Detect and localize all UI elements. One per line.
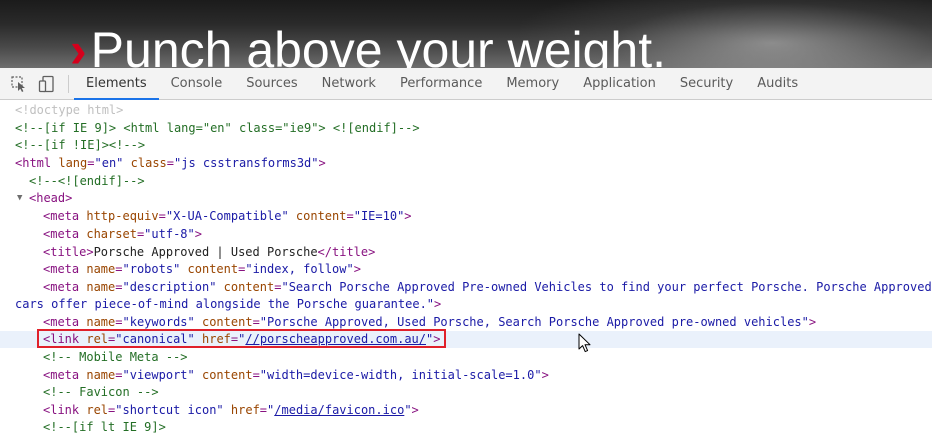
comment-text: <!--[if IE 9]> <html lang="en" class="ie… — [15, 121, 420, 135]
dom-line-meta-description-cont[interactable]: cars offer piece-of-mind alongside the P… — [0, 296, 932, 313]
dom-line-link-favicon[interactable]: <link rel="shortcut icon" href="/media/f… — [0, 402, 932, 419]
tab-performance[interactable]: Performance — [388, 68, 494, 99]
head-tag: <head> — [29, 191, 73, 205]
comment-text: <!--[if lt IE 9]> — [43, 420, 166, 434]
dom-line-title[interactable]: <title>Porsche Approved | Used Porsche</… — [0, 244, 932, 261]
tab-console[interactable]: Console — [159, 68, 235, 99]
page-banner: ›Punch above your weight. — [0, 0, 932, 68]
dom-line-mobile-comment[interactable]: <!-- Mobile Meta --> — [0, 349, 932, 366]
dom-line-head[interactable]: ▼ <head> — [0, 190, 932, 207]
chevron-icon: › — [70, 22, 87, 68]
dom-line-meta-viewport[interactable]: <meta name="viewport" content="width=dev… — [0, 367, 932, 384]
expand-triangle-icon[interactable]: ▼ — [17, 190, 22, 207]
mouse-cursor-icon — [578, 333, 591, 357]
devtools-toolbar: Elements Console Sources Network Perform… — [0, 68, 932, 100]
tab-network[interactable]: Network — [310, 68, 388, 99]
comment-text: <!-- Favicon --> — [43, 385, 159, 399]
inspect-element-icon[interactable] — [10, 75, 28, 93]
dom-line-meta-description[interactable]: <meta name="description" content="Search… — [0, 279, 932, 296]
device-toggle-icon[interactable] — [38, 75, 56, 93]
html-tag-line: <html lang="en" class="js csstransforms3… — [15, 156, 326, 170]
toolbar-divider — [68, 75, 69, 93]
tab-elements[interactable]: Elements — [74, 68, 159, 100]
dom-line-meta-charset[interactable]: <meta charset="utf-8"> — [0, 226, 932, 243]
dom-line-html[interactable]: <html lang="en" class="js csstransforms3… — [0, 155, 932, 172]
screenshot-root: ›Punch above your weight. Elements Conso… — [0, 0, 932, 435]
comment-text: <!--<![endif]--> — [29, 174, 145, 188]
tab-memory[interactable]: Memory — [494, 68, 571, 99]
tab-audits[interactable]: Audits — [745, 68, 810, 99]
dom-line-meta-robots[interactable]: <meta name="robots" content="index, foll… — [0, 261, 932, 278]
comment-text: <!-- Mobile Meta --> — [43, 350, 188, 364]
tab-sources[interactable]: Sources — [234, 68, 309, 99]
banner-headline-text: Punch above your weight. — [90, 22, 667, 68]
dom-line-meta-ua[interactable]: <meta http-equiv="X-UA-Compatible" conte… — [0, 208, 932, 225]
dom-line-endif-comment[interactable]: <!--<![endif]--> — [0, 173, 932, 190]
dom-line-ltie9-comment[interactable]: <!--[if lt IE 9]> — [0, 419, 932, 435]
dom-line-doctype[interactable]: <!doctype html> — [0, 102, 932, 119]
comment-text: <!--[if !IE]><!--> — [15, 138, 146, 152]
tab-application[interactable]: Application — [571, 68, 668, 99]
dom-line-ie9-comment[interactable]: <!--[if IE 9]> <html lang="en" class="ie… — [0, 120, 932, 137]
banner-headline: ›Punch above your weight. — [70, 20, 666, 68]
doctype-text: <!doctype html> — [15, 103, 124, 117]
dom-tree-panel: <!doctype html> <!--[if IE 9]> <html lan… — [0, 101, 932, 435]
favicon-href-link[interactable]: /media/favicon.ico — [274, 403, 404, 417]
devtools-tabs: Elements Console Sources Network Perform… — [74, 68, 810, 100]
dom-line-notie-comment[interactable]: <!--[if !IE]><!--> — [0, 137, 932, 154]
tab-security[interactable]: Security — [668, 68, 745, 99]
dom-line-favicon-comment[interactable]: <!-- Favicon --> — [0, 384, 932, 401]
annotation-highlight-box — [37, 329, 446, 348]
